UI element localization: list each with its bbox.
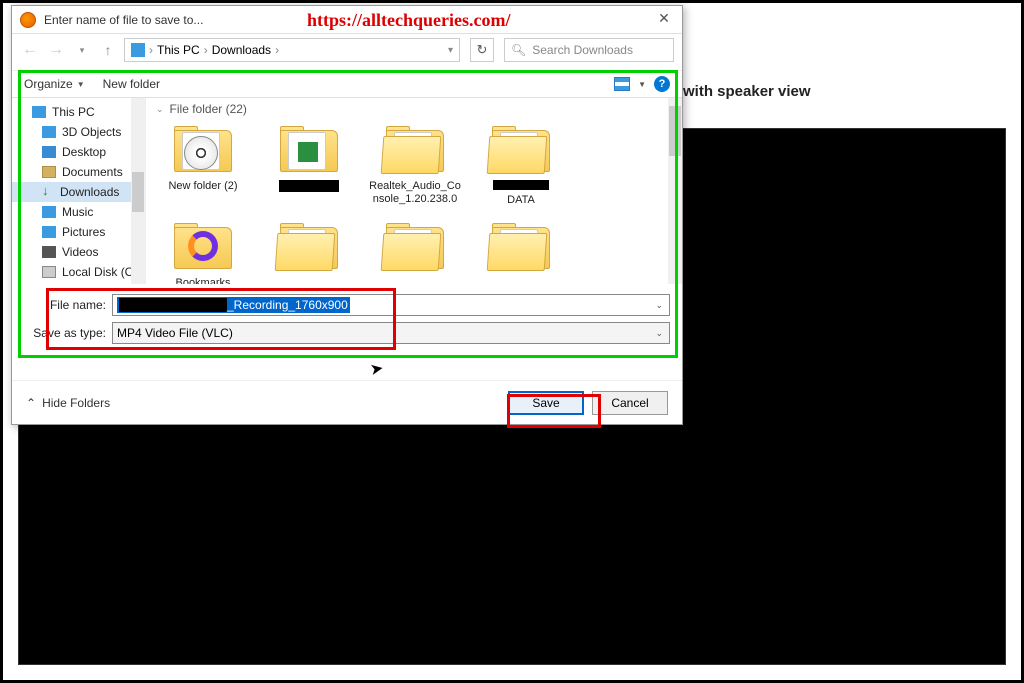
chevron-down-icon: ▼ (77, 80, 85, 89)
chevron-up-icon: ⌃ (26, 396, 36, 410)
dialog-titlebar: Enter name of file to save to... ✕ https… (12, 6, 682, 34)
view-options-button[interactable] (614, 77, 630, 91)
collapse-icon[interactable]: ⌄ (156, 104, 164, 115)
chevron-down-icon[interactable]: ⌄ (655, 328, 663, 339)
sidebar-item-videos[interactable]: Videos (12, 242, 145, 262)
chevron-down-icon[interactable]: ▼ (638, 80, 646, 89)
help-icon[interactable]: ? (654, 76, 670, 92)
cancel-button[interactable]: Cancel (592, 391, 668, 415)
savetype-select[interactable]: MP4 Video File (VLC) ⌄ (112, 322, 670, 344)
nav-recent-dropdown[interactable]: ▾ (72, 45, 92, 56)
chevron-right-icon: › (204, 43, 208, 57)
desktop-icon (42, 146, 56, 158)
sidebar-scrollbar[interactable] (131, 98, 145, 284)
folder-item[interactable]: Bookmarks Backup (156, 219, 250, 284)
3d-objects-icon (42, 126, 56, 138)
dialog-main: This PC 3D Objects Desktop Documents Dow… (12, 98, 682, 284)
sidebar-item-documents[interactable]: Documents (12, 162, 145, 182)
watermark-text: https://alltechqueries.com/ (307, 10, 510, 31)
breadcrumb-bar[interactable]: › This PC › Downloads › ▾ (124, 38, 460, 62)
cursor-icon: ➤ (368, 358, 385, 380)
music-icon (42, 206, 56, 218)
folder-item[interactable] (368, 219, 462, 284)
pc-icon (32, 106, 46, 118)
folder-tree: This PC 3D Objects Desktop Documents Dow… (12, 98, 146, 284)
search-placeholder: Search Downloads (532, 43, 633, 57)
folder-item[interactable] (474, 219, 568, 284)
savetype-label: Save as type: (24, 326, 112, 340)
close-icon[interactable]: ✕ (654, 10, 674, 30)
firefox-icon (20, 12, 36, 28)
folder-icon (382, 122, 448, 176)
sidebar-item-local-disk[interactable]: Local Disk (C:) (12, 262, 145, 282)
folder-icon (276, 122, 342, 176)
refresh-button[interactable]: ↻ (470, 38, 494, 62)
folder-icon (488, 219, 554, 273)
breadcrumb-current[interactable]: Downloads (212, 43, 271, 57)
folder-icon (170, 219, 236, 273)
filename-input[interactable]: _Recording_1760x900 ⌄ (112, 294, 670, 316)
filename-label: File name: (24, 298, 112, 312)
group-header[interactable]: ⌄ File folder (22) (156, 102, 672, 116)
fileview-scrollbar[interactable] (668, 98, 682, 284)
folder-icon (170, 122, 236, 176)
drive-icon (131, 43, 145, 57)
sidebar-item-pictures[interactable]: Pictures (12, 222, 145, 242)
nav-up-icon[interactable]: ↑ (98, 42, 118, 58)
hide-folders-toggle[interactable]: ⌃ Hide Folders (26, 396, 110, 410)
refresh-icon: ↻ (477, 42, 488, 58)
folder-item[interactable]: Realtek_Audio_Console_1.20.238.0 (368, 122, 462, 207)
folder-icon (276, 219, 342, 273)
sidebar-item-this-pc[interactable]: This PC (12, 102, 145, 122)
dialog-toolbar: Organize ▼ New folder ▼ ? (12, 70, 682, 98)
disk-icon (42, 266, 56, 278)
dialog-title: Enter name of file to save to... (44, 13, 203, 27)
folder-icon (382, 219, 448, 273)
dialog-footer: ⌃ Hide Folders Save Cancel (12, 380, 682, 424)
save-file-dialog: Enter name of file to save to... ✕ https… (11, 5, 683, 425)
scrollbar-thumb[interactable] (669, 106, 681, 156)
sidebar-item-downloads[interactable]: Downloads (12, 182, 145, 202)
breadcrumb-root[interactable]: This PC (157, 43, 200, 57)
videos-icon (42, 246, 56, 258)
redacted-label (279, 180, 339, 192)
file-view[interactable]: ⌄ File folder (22) New folder (2) Realte… (146, 98, 682, 284)
chevron-down-icon[interactable]: ⌄ (655, 300, 663, 311)
search-icon: 🔍︎ (511, 43, 526, 57)
save-form: File name: _Recording_1760x900 ⌄ Save as… (12, 284, 682, 354)
sidebar-item-3d-objects[interactable]: 3D Objects (12, 122, 145, 142)
page-heading: with speaker view (683, 83, 1006, 100)
organize-button[interactable]: Organize ▼ (24, 77, 85, 91)
sidebar-item-desktop[interactable]: Desktop (12, 142, 145, 162)
save-button[interactable]: Save (508, 391, 584, 415)
documents-icon (42, 166, 56, 178)
breadcrumb-dropdown-icon[interactable]: ▾ (448, 45, 453, 56)
folder-item[interactable] (262, 219, 356, 284)
downloads-icon (42, 186, 54, 198)
folder-icon (488, 122, 554, 176)
redacted-text (119, 298, 227, 312)
search-box[interactable]: 🔍︎ Search Downloads (504, 38, 674, 62)
nav-forward-icon[interactable]: → (46, 41, 66, 59)
navigation-row: ← → ▾ ↑ › This PC › Downloads › ▾ ↻ 🔍︎ S… (12, 34, 682, 66)
new-folder-button[interactable]: New folder (103, 77, 160, 91)
folder-item[interactable]: DATA (474, 122, 568, 207)
chevron-right-icon: › (149, 43, 153, 57)
folder-item[interactable]: New folder (2) (156, 122, 250, 207)
nav-back-icon[interactable]: ← (20, 41, 40, 59)
folder-item[interactable] (262, 122, 356, 207)
scrollbar-thumb[interactable] (132, 172, 144, 212)
chevron-right-icon: › (275, 43, 279, 57)
sidebar-item-music[interactable]: Music (12, 202, 145, 222)
pictures-icon (42, 226, 56, 238)
